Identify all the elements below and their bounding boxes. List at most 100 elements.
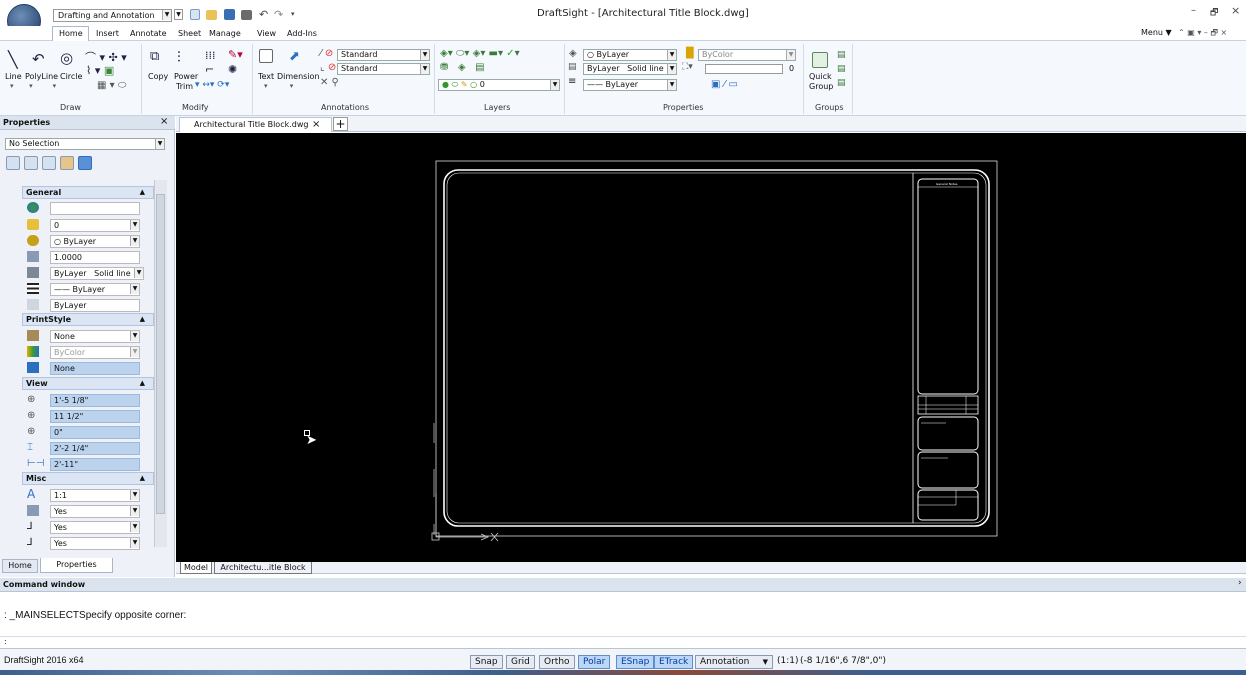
command-input[interactable]: : xyxy=(0,636,1246,648)
add-document-button[interactable]: + xyxy=(333,117,348,131)
prop-lineweight-field[interactable]: —— ByLayer ▼ xyxy=(50,283,140,296)
prop-ucs-origin-field[interactable]: Yes ▼ xyxy=(50,521,140,534)
print-icon[interactable] xyxy=(241,10,252,20)
spline-tool-icon[interactable]: ⌇ ▾ ▣ xyxy=(86,64,114,77)
collapse-icon[interactable]: ▲ xyxy=(140,473,145,484)
quick-select-icon[interactable] xyxy=(42,156,56,170)
undo-icon[interactable]: ↶ xyxy=(259,8,268,21)
draw-more-icons[interactable]: ▾ ▾ ▾ xyxy=(10,82,56,90)
layer-tools-row2[interactable]: ⛃ ◈ ▤ xyxy=(440,62,485,73)
ortho-toggle[interactable]: Ortho xyxy=(539,655,575,669)
document-tab[interactable]: Architectural Title Block.dwg × xyxy=(179,117,332,132)
layer-tools-row1[interactable]: ◈▾ ⬭▾ ◈▾ ▬▾ ✓▾ xyxy=(440,48,520,59)
menu-button[interactable]: Menu ▼ xyxy=(1141,28,1172,37)
new-file-icon[interactable] xyxy=(190,9,200,20)
prop-center-x-field[interactable]: 1'-5 1/8" xyxy=(50,394,140,407)
section-view[interactable]: View ▲ xyxy=(22,377,154,390)
collapse-icon[interactable]: ▲ xyxy=(140,314,145,325)
fillet-tool-icon[interactable]: ⌐ xyxy=(205,63,214,76)
hatch-tool-icon[interactable]: ▦ ▾ ⬭ xyxy=(97,80,126,91)
prop-ucs-viewport-field[interactable]: Yes ▼ xyxy=(50,537,140,550)
copy-label[interactable]: Copy xyxy=(148,72,168,81)
prop-printcolor-field[interactable]: ByColor ▼ xyxy=(50,346,140,359)
layer-select[interactable]: ● ⬭ ✎ ○ 0 ▼ xyxy=(438,79,560,91)
prop-linecolor-field[interactable]: ○ ByLayer ▼ xyxy=(50,235,140,248)
prop-linescale-field[interactable]: 1.0000 xyxy=(50,251,140,264)
erase-tool-icon[interactable]: ✎▾ xyxy=(228,48,243,61)
toggle-pickadd-icon[interactable] xyxy=(6,156,20,170)
maximize-icon[interactable]: 🗗 xyxy=(1210,5,1218,21)
prop-printtable-field[interactable]: None xyxy=(50,362,140,375)
section-printstyle[interactable]: PrintStyle ▲ xyxy=(22,313,154,326)
annotation-scale-select[interactable]: Annotation ▼ xyxy=(695,655,773,669)
document-tab-close-icon[interactable]: × xyxy=(312,118,320,131)
stretch-tool-icon[interactable]: ▾ ↔▾ ⟳▾ xyxy=(195,80,229,90)
transparency-slider[interactable] xyxy=(705,64,783,74)
save-icon[interactable] xyxy=(224,9,235,20)
explode-tool-icon[interactable]: ✺ xyxy=(228,63,237,76)
pattern-tool-icon[interactable]: ⁞⁞⁞ xyxy=(205,49,216,62)
quick-group-icon[interactable] xyxy=(812,52,828,68)
drawing-canvas[interactable]: General Notes ➤ xyxy=(176,133,1246,562)
panel-close-icon[interactable]: × xyxy=(160,116,168,127)
qa-customize-icon[interactable]: ▾ xyxy=(291,10,295,18)
grid-toggle[interactable]: Grid xyxy=(506,655,535,669)
section-general[interactable]: General ▲ xyxy=(22,186,154,199)
circle-label[interactable]: Circle xyxy=(60,72,82,81)
polyline-tool-icon[interactable]: ↶ xyxy=(32,50,45,68)
filter-icon[interactable] xyxy=(60,156,74,170)
open-folder-icon[interactable] xyxy=(206,10,217,20)
collapse-icon[interactable]: ▲ xyxy=(140,378,145,389)
print-color-select[interactable]: ByColor ▼ xyxy=(698,49,796,61)
prop-ucs-icon-on-field[interactable]: Yes ▼ xyxy=(50,505,140,518)
selection-select[interactable]: No Selection ▼ xyxy=(5,138,165,150)
tab-home[interactable]: Home xyxy=(59,28,83,39)
command-window-close-icon[interactable]: › xyxy=(1238,578,1242,588)
lineweight-select[interactable]: —— ByLayer ▼ xyxy=(583,79,677,91)
help-icon[interactable] xyxy=(78,156,92,170)
text-label[interactable]: Text xyxy=(258,72,274,81)
snap-toggle[interactable]: Snap xyxy=(470,655,503,669)
tab-sheet[interactable]: Sheet xyxy=(178,28,201,39)
prop-annotation-scale-field[interactable]: 1:1 ▼ xyxy=(50,489,140,502)
prop-width-field[interactable]: 2'-11" xyxy=(50,458,140,471)
linestyle-select[interactable]: ByLayer Solid line ▼ xyxy=(583,63,677,75)
circle-tool-icon[interactable]: ◎ xyxy=(60,49,73,67)
tab-annotate[interactable]: Annotate xyxy=(130,28,167,39)
redo-icon[interactable]: ↷ xyxy=(274,8,283,21)
annotation-more-icons[interactable]: ▾ ▾ xyxy=(264,82,293,90)
minimize-icon[interactable]: – xyxy=(1191,5,1196,16)
prop-color-field[interactable] xyxy=(50,202,140,215)
prop-printstyle-field[interactable]: None ▼ xyxy=(50,330,140,343)
dimension-label[interactable]: Dimension xyxy=(277,72,320,81)
close-icon[interactable]: × xyxy=(1231,4,1240,17)
dimension-tool-icon[interactable]: ⬈ xyxy=(289,49,300,64)
esnap-toggle[interactable]: ESnap xyxy=(616,655,655,669)
trim-label[interactable]: Trim xyxy=(176,82,193,91)
polyline-label[interactable]: PolyLine xyxy=(25,72,58,81)
leader-tool-icon[interactable]: ✕ ⚲ xyxy=(320,77,339,88)
polar-toggle[interactable]: Polar xyxy=(578,655,611,669)
line-label[interactable]: Line xyxy=(5,72,22,81)
qa-dropdown-icon[interactable]: ▼ xyxy=(174,9,183,20)
transparency-icon[interactable]: ⛶▾ xyxy=(682,62,693,72)
text-style-select[interactable]: Standard ▼ xyxy=(337,49,430,61)
tab-insert[interactable]: Insert xyxy=(96,28,119,39)
text-tool-icon[interactable] xyxy=(259,49,273,63)
group-tools-icons[interactable]: ▤ ▤ ▤ xyxy=(837,48,846,90)
line-tool-icon[interactable]: ╲ xyxy=(8,50,18,69)
prop-center-z-field[interactable]: 0" xyxy=(50,426,140,439)
ribbon-options-icon[interactable]: ⌃ ▣ ▾ – 🗗 × xyxy=(1178,27,1227,41)
tab-view[interactable]: View xyxy=(257,28,276,39)
tab-manage[interactable]: Manage xyxy=(209,28,241,39)
section-misc[interactable]: Misc ▲ xyxy=(22,472,154,485)
scrollbar-thumb[interactable] xyxy=(156,194,165,514)
prop-center-y-field[interactable]: 11 1/2" xyxy=(50,410,140,423)
prop-transparency-field[interactable]: ByLayer xyxy=(50,299,140,312)
property-paint-icon[interactable]: ▣ ⁄ ▭ xyxy=(711,79,738,90)
prop-height-field[interactable]: 2'-2 1/4" xyxy=(50,442,140,455)
panel-tab-properties[interactable]: Properties xyxy=(40,558,113,573)
tab-add-ins[interactable]: Add-Ins xyxy=(287,28,317,39)
quick-group-label[interactable]: Quick Group xyxy=(809,72,833,92)
sheet-tab-layout[interactable]: Architectu...itle Block xyxy=(214,562,312,574)
